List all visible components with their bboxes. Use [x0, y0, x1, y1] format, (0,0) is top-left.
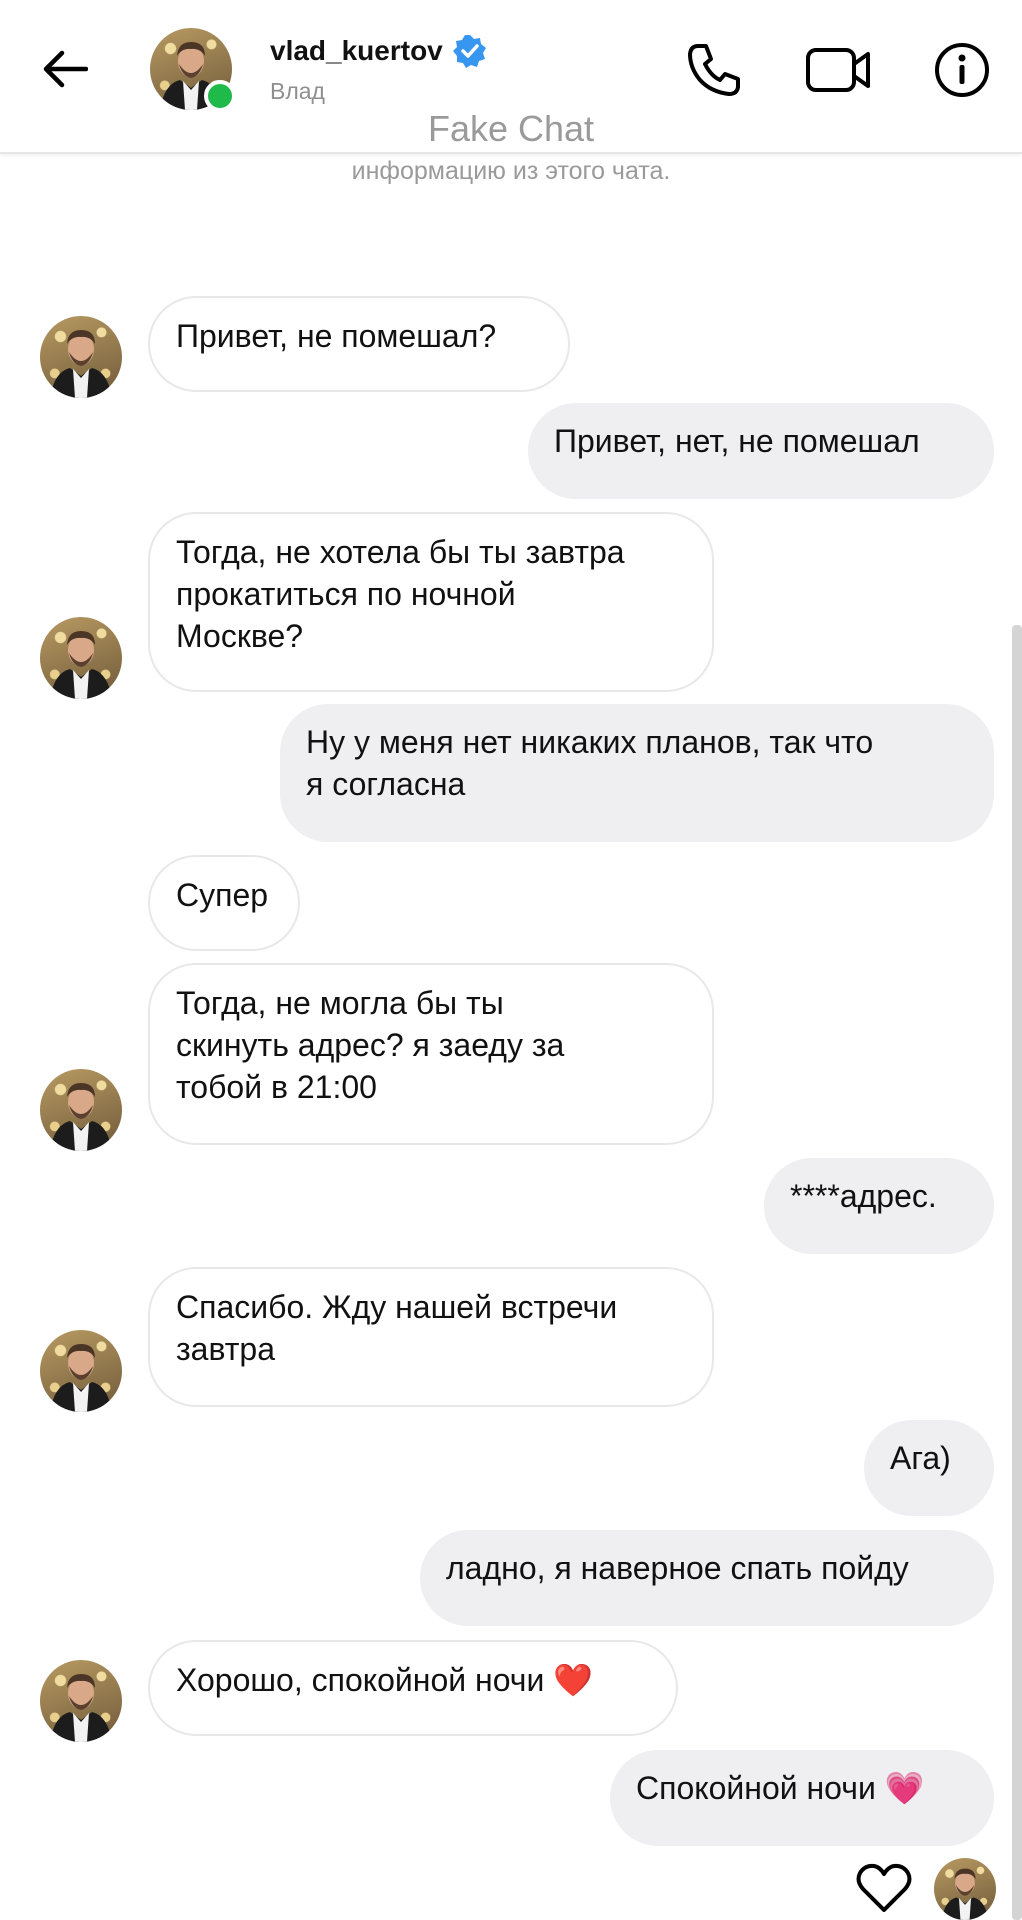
message-bubble-incoming[interactable]: Тогда, не хотела бы ты завтра прокатитьс… — [148, 512, 714, 692]
watermark: Fake Chat — [427, 108, 595, 149]
username: vlad_kuertov — [270, 35, 443, 66]
video-camera-icon[interactable] — [804, 40, 874, 100]
username-row[interactable]: vlad_kuertov — [270, 34, 487, 68]
message-bubble-outgoing[interactable]: Ага) — [864, 1420, 994, 1516]
avatar[interactable] — [40, 1069, 122, 1151]
message-bubble-incoming[interactable]: Супер — [148, 855, 300, 951]
display-name: Влад — [270, 78, 325, 104]
message-bubble-outgoing[interactable]: Спокойной ночи 💗 — [610, 1750, 994, 1846]
heart-like-icon[interactable] — [855, 1862, 913, 1914]
message-bubble-outgoing[interactable]: Привет, нет, не помешал — [528, 403, 994, 499]
message-bubble-outgoing[interactable]: ****адрес. — [764, 1158, 994, 1254]
header-avatar[interactable] — [150, 28, 236, 112]
phone-icon[interactable] — [684, 40, 744, 100]
message-bubble-incoming[interactable]: Спасибо. Жду нашей встречи завтра — [148, 1267, 714, 1407]
privacy-notice: информацию из этого чата. — [351, 157, 671, 185]
message-bubble-outgoing[interactable]: ладно, я наверное спать пойду — [420, 1530, 994, 1626]
seen-avatar — [934, 1858, 996, 1920]
verified-badge-icon — [452, 35, 486, 68]
avatar[interactable] — [40, 1660, 122, 1742]
avatar[interactable] — [40, 617, 122, 699]
message-bubble-outgoing[interactable]: Ну у меня нет никаких планов, так что я … — [280, 704, 994, 842]
scrollbar[interactable] — [1012, 625, 1022, 1920]
info-icon[interactable] — [932, 40, 992, 100]
message-bubble-incoming[interactable]: Хорошо, спокойной ночи ❤️ — [148, 1640, 678, 1736]
message-bubble-incoming[interactable]: Привет, не помешал? — [148, 296, 570, 392]
avatar[interactable] — [40, 316, 122, 398]
message-bubble-incoming[interactable]: Тогда, не могла бы ты скинуть адрес? я з… — [148, 963, 714, 1145]
avatar[interactable] — [40, 1330, 122, 1412]
back-arrow-icon[interactable] — [36, 40, 94, 98]
